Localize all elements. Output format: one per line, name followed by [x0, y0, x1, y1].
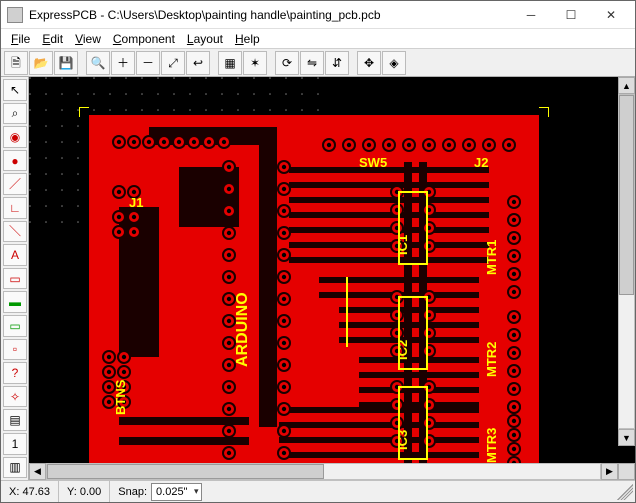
- zoom-out-icon[interactable]: －: [136, 51, 160, 75]
- center-icon[interactable]: ◈: [382, 51, 406, 75]
- layer-top-icon[interactable]: ▤: [3, 409, 27, 431]
- status-snap: Snap: 0.025": [110, 481, 210, 502]
- text-tool-icon[interactable]: A: [3, 244, 27, 266]
- scroll-left-icon[interactable]: ◀: [29, 463, 46, 480]
- layer-silk-icon[interactable]: 1: [3, 433, 27, 455]
- close-button[interactable]: ✕: [591, 3, 631, 27]
- silk-sw5: SW5: [359, 155, 387, 170]
- net-tool-icon[interactable]: ✧: [3, 386, 27, 408]
- silk-mtr2: MTR2: [484, 342, 499, 377]
- move-icon[interactable]: ✥: [357, 51, 381, 75]
- outline-tool-icon[interactable]: ▭: [3, 315, 27, 337]
- h-scroll-thumb[interactable]: [47, 464, 324, 479]
- save-icon[interactable]: 💾: [54, 51, 78, 75]
- open-icon[interactable]: 📂: [29, 51, 53, 75]
- fill-tool-icon[interactable]: ▬: [3, 291, 27, 313]
- silk-j1: J1: [129, 195, 143, 210]
- silk-ic3: IC3: [395, 430, 410, 450]
- pad-tool-icon[interactable]: ●: [3, 150, 27, 172]
- menu-help[interactable]: Help: [229, 31, 266, 47]
- mirror-h-icon[interactable]: ⇋: [300, 51, 324, 75]
- v-scroll-thumb[interactable]: [619, 95, 634, 295]
- menu-edit[interactable]: Edit: [36, 31, 69, 47]
- app-icon: [7, 7, 23, 23]
- new-icon[interactable]: 🗎: [4, 51, 28, 75]
- zoom-in-icon[interactable]: ＋: [111, 51, 135, 75]
- minimize-button[interactable]: ─: [511, 3, 551, 27]
- trace-tool-icon[interactable]: ／: [3, 173, 27, 195]
- pointer-tool-icon[interactable]: ↖: [3, 79, 27, 101]
- snap-select[interactable]: 0.025": [151, 483, 202, 501]
- grid-icon[interactable]: ▦: [218, 51, 242, 75]
- titlebar: ExpressPCB - C:\Users\Desktop\painting h…: [1, 1, 635, 29]
- component-tool-icon[interactable]: ◉: [3, 126, 27, 148]
- scroll-down-icon[interactable]: ▼: [618, 429, 635, 446]
- menu-layout[interactable]: Layout: [181, 31, 229, 47]
- tool-palette: ↖⌕◉●／∟＼A▭▬▭▫?✧▤1▥: [1, 77, 29, 480]
- mirror-v-icon[interactable]: ⇵: [325, 51, 349, 75]
- menu-component[interactable]: Component: [107, 31, 181, 47]
- horizontal-scrollbar[interactable]: ◀ ▶: [29, 463, 635, 480]
- zoom-window-icon[interactable]: 🔍: [86, 51, 110, 75]
- canvas[interactable]: J1 J2 SW5 IC1 IC2 IC3 MTR1 MTR2 MTR3 ARD…: [29, 77, 635, 463]
- vertical-scrollbar[interactable]: ▲ ▼: [618, 77, 635, 446]
- status-x: X: 47.63: [1, 481, 59, 502]
- content: ↖⌕◉●／∟＼A▭▬▭▫?✧▤1▥: [1, 77, 635, 480]
- silk-ic2: IC2: [395, 340, 410, 360]
- silk-ic1: IC1: [395, 235, 410, 255]
- menu-file[interactable]: File: [5, 31, 36, 47]
- statusbar: X: 47.63 Y: 0.00 Snap: 0.025": [1, 480, 635, 502]
- rotate-icon[interactable]: ⟳: [275, 51, 299, 75]
- layer-bottom-icon[interactable]: ▥: [3, 457, 27, 479]
- scroll-right-icon[interactable]: ▶: [601, 463, 618, 480]
- zoom-prev-icon[interactable]: ↩: [186, 51, 210, 75]
- rect-tool-icon[interactable]: ▭: [3, 268, 27, 290]
- corner-tool-icon[interactable]: ∟: [3, 197, 27, 219]
- menu-view[interactable]: View: [69, 31, 107, 47]
- snap-icon[interactable]: ✶: [243, 51, 267, 75]
- window-title: ExpressPCB - C:\Users\Desktop\painting h…: [29, 8, 511, 22]
- scrollbar-corner: [618, 463, 635, 480]
- menubar: File Edit View Component Layout Help: [1, 29, 635, 49]
- canvas-wrap: J1 J2 SW5 IC1 IC2 IC3 MTR1 MTR2 MTR3 ARD…: [29, 77, 635, 480]
- app-window: ExpressPCB - C:\Users\Desktop\painting h…: [0, 0, 636, 503]
- zoom-tool-icon[interactable]: ⌕: [3, 103, 27, 125]
- toolbar: 🗎📂💾 🔍＋－⤢↩ ▦✶ ⟳⇋⇵ ✥◈: [1, 49, 635, 77]
- silk-arduino: ARDUINO: [234, 292, 251, 367]
- resize-grip-icon[interactable]: [617, 484, 633, 500]
- silk-mtr1: MTR1: [484, 240, 499, 275]
- silk-mtr3: MTR3: [484, 428, 499, 463]
- silk-j2: J2: [474, 155, 488, 170]
- pcb-board: J1 J2 SW5 IC1 IC2 IC3 MTR1 MTR2 MTR3 ARD…: [79, 107, 549, 463]
- silk-btns: BTNS: [113, 379, 128, 415]
- scroll-up-icon[interactable]: ▲: [618, 77, 635, 94]
- zoom-fit-icon[interactable]: ⤢: [161, 51, 185, 75]
- line-tool-icon[interactable]: ＼: [3, 221, 27, 243]
- highlight-tool-icon[interactable]: ▫: [3, 339, 27, 361]
- maximize-button[interactable]: ☐: [551, 3, 591, 27]
- status-y: Y: 0.00: [59, 481, 110, 502]
- info-tool-icon[interactable]: ?: [3, 362, 27, 384]
